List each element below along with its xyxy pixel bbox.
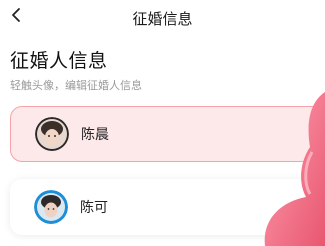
page-title: 征婚信息 <box>132 10 193 28</box>
avatar[interactable] <box>35 117 69 151</box>
avatar[interactable] <box>34 190 68 224</box>
profile-name: 陈晨 <box>81 127 109 143</box>
profile-card-selected[interactable]: 陈晨 <box>10 106 325 162</box>
nav-bar: 征婚信息 <box>0 0 325 36</box>
hint-text: 轻触头像，编辑征婚人信息 <box>10 79 142 92</box>
profile-card[interactable]: 陈可 <box>10 179 325 235</box>
section-title: 征婚人信息 <box>10 50 108 72</box>
profile-name: 陈可 <box>80 200 108 216</box>
